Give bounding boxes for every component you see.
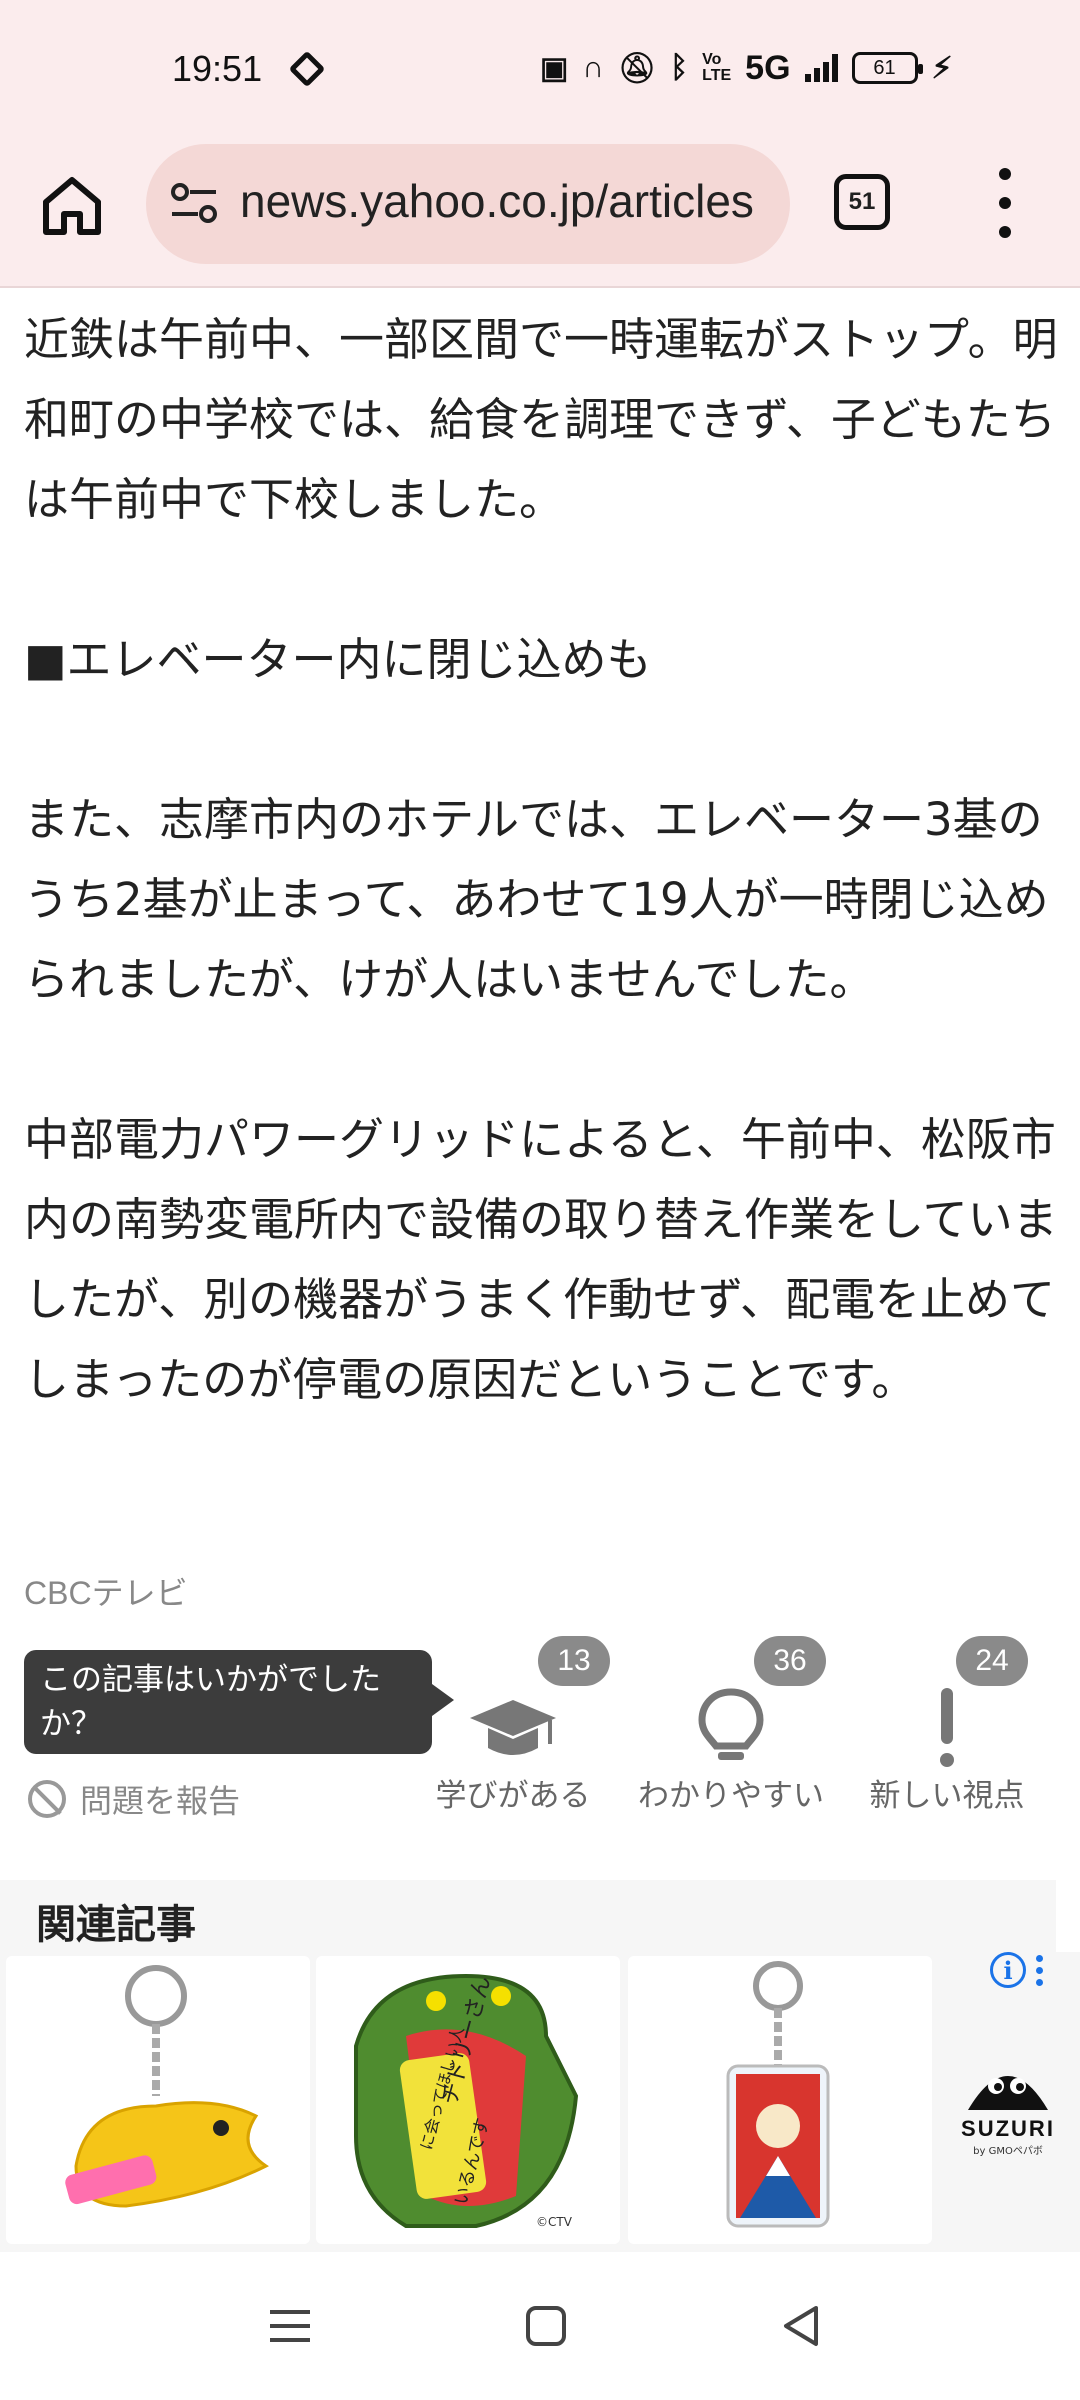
- article-paragraph: また、志摩市内のホテルでは、エレベーター3基のうち2基が止まって、あわせて19人…: [24, 793, 1049, 1006]
- suzuri-logo: SUZURI by GMOペパボ: [948, 2052, 1068, 2157]
- reaction-count: 24: [956, 1636, 1028, 1686]
- tab-count: 51: [848, 188, 876, 215]
- suzuri-mascot-icon: [968, 2076, 1048, 2110]
- tab-switcher-button[interactable]: 51: [834, 174, 890, 230]
- status-bar: 19:51 ▣ ∩ 🔕︎ ᛒ Vo LTE 5G 61 ⚡︎: [0, 0, 1080, 140]
- status-time: 19:51: [172, 48, 263, 89]
- back-nav-button[interactable]: [772, 2296, 832, 2356]
- signal-icon: [804, 54, 838, 82]
- battery-icon: 61: [851, 52, 923, 84]
- article-body: 近鉄は午前中、一部区間で一時運転がストップ。明和町の中学校では、給食を調理できず…: [24, 300, 1060, 1420]
- ad-choices[interactable]: i: [990, 1952, 1043, 1988]
- home-icon: [43, 177, 101, 235]
- menu-dot: [999, 197, 1011, 209]
- graduation-cap-icon: [470, 1700, 556, 1755]
- lightbulb-icon: [698, 1688, 764, 1760]
- ad-product-sticker-croc[interactable]: チドリーさん に会ってほしい人 いるんです ©CTV: [316, 1956, 620, 2244]
- info-icon[interactable]: i: [990, 1952, 1026, 1988]
- url-text[interactable]: news.yahoo.co.jp/articles: [240, 174, 754, 228]
- reaction-count: 36: [754, 1636, 826, 1686]
- system-nav-bar: [0, 2252, 1080, 2400]
- report-problem-link[interactable]: 問題を報告: [28, 1776, 240, 1822]
- network-type: 5G: [745, 48, 791, 87]
- browser-toolbar: news.yahoo.co.jp/articles 51: [0, 140, 1080, 288]
- keychain-fish-image: [65, 1965, 269, 2208]
- menu-dot: [999, 168, 1011, 180]
- reaction-count: 13: [538, 1636, 610, 1686]
- reaction-clear-button[interactable]: 36 わかりやすい: [636, 1636, 826, 1816]
- suzuri-sub: by GMOペパボ: [973, 2146, 1043, 2157]
- ad-card-copyright: ©CTV: [536, 2215, 573, 2229]
- mute-icon: 🔕︎: [618, 51, 657, 85]
- prohibited-icon: [28, 1780, 66, 1818]
- home-button[interactable]: [36, 170, 108, 242]
- feedback-prompt-tooltip: この記事はいかがでしたか？: [24, 1650, 454, 1754]
- article-source[interactable]: CBCテレビ: [24, 1568, 188, 1614]
- home-nav-button[interactable]: [516, 2296, 576, 2356]
- reaction-label: 学びがある: [435, 1778, 591, 1814]
- report-label: 問題を報告: [80, 1782, 241, 1820]
- ad-product-keychain-fuji[interactable]: [628, 1956, 932, 2244]
- article-subheading: ■エレベーター内に閉じ込めも: [24, 633, 652, 686]
- address-bar[interactable]: news.yahoo.co.jp/articles: [146, 144, 790, 264]
- article-paragraph: 中部電力パワーグリッドによると、午前中、松阪市内の南勢変電所内で設備の取り替え作…: [24, 1113, 1058, 1406]
- article-paragraph: 近鉄は午前中、一部区間で一時運転がストップ。明和町の中学校では、給食を調理できず…: [24, 313, 1058, 526]
- battery-level: 61: [873, 56, 896, 79]
- croc-sticker-image: チドリーさん に会ってほしい人 いるんです ©CTV: [354, 1974, 579, 2229]
- keychain-fuji-image: [726, 1961, 830, 2228]
- charging-icon: ⚡︎: [931, 51, 953, 85]
- status-icons: ▣ ∩ 🔕︎ ᛒ Vo LTE 5G 61 ⚡︎: [540, 48, 953, 88]
- browser-menu-button[interactable]: [990, 168, 1020, 238]
- site-settings-icon[interactable]: [168, 182, 220, 226]
- ad-product-keychain-fish[interactable]: [6, 1956, 310, 2244]
- suzuri-brand: SUZURI: [961, 2116, 1055, 2141]
- ad-options-icon[interactable]: [1036, 1954, 1043, 1986]
- reaction-new-perspective-button[interactable]: 24 新しい視点: [852, 1636, 1042, 1816]
- related-title: 関連記事: [36, 1902, 196, 1948]
- volte-icon: Vo LTE: [702, 51, 732, 84]
- nfc-icon: ▣: [540, 51, 569, 85]
- exclamation-icon: [940, 1688, 954, 1767]
- reaction-label: わかりやすい: [638, 1778, 824, 1814]
- bluetooth-icon: ᛒ: [670, 51, 689, 84]
- headphones-icon: ∩: [582, 51, 605, 84]
- recent-apps-button[interactable]: [260, 2296, 320, 2356]
- notification-diamond-icon: [288, 50, 326, 88]
- menu-dot: [999, 226, 1011, 238]
- ad-banner[interactable]: チドリーさん に会ってほしい人 いるんです ©CTV i SUZURI by G…: [0, 1952, 1080, 2252]
- related-articles-header: 関連記事: [0, 1880, 1056, 1960]
- reaction-learn-button[interactable]: 13 学びがある: [418, 1636, 610, 1816]
- reaction-label: 新しい視点: [869, 1778, 1025, 1814]
